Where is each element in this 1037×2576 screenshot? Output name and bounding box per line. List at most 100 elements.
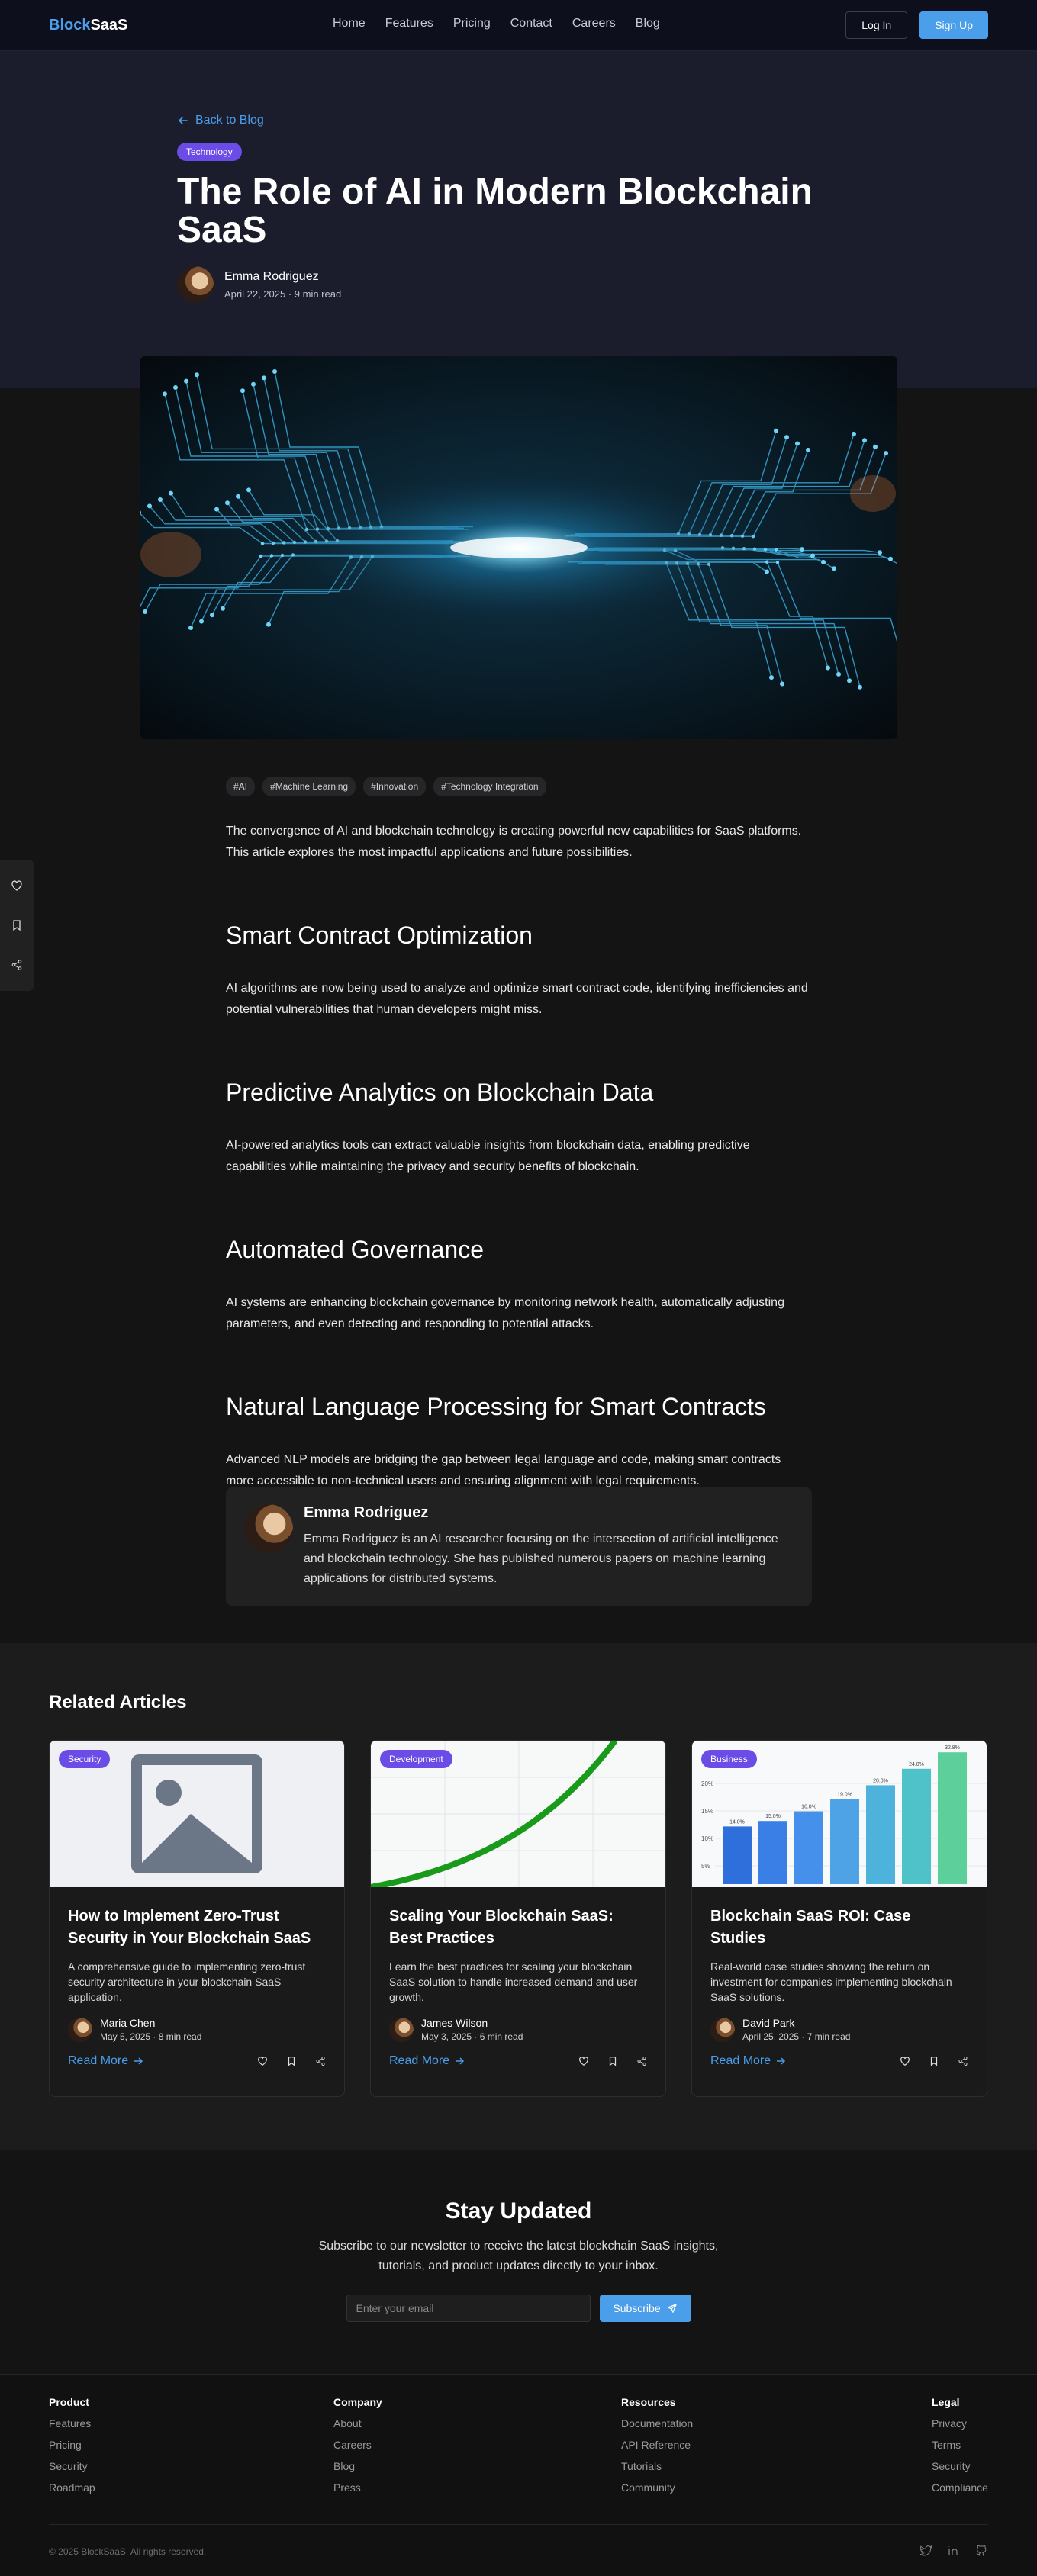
section-text: Advanced NLP models are bridging the gap… — [226, 1453, 781, 1487]
footer-link[interactable]: About — [333, 2417, 382, 2430]
card-author: Maria Chen May 5, 2025 · 8 min read — [68, 2017, 326, 2042]
logo[interactable]: BlockSaaS — [49, 17, 127, 34]
footer-column-company: Company About Careers Blog Press — [333, 2396, 382, 2494]
tag-chip[interactable]: #Machine Learning — [262, 777, 356, 796]
newsletter-section: Stay Updated Subscribe to our newsletter… — [0, 2150, 1037, 2374]
signup-button[interactable]: Sign Up — [919, 11, 988, 39]
card-description: Learn the best practices for scaling you… — [389, 1960, 638, 2003]
nav-link-features[interactable]: Features — [385, 17, 433, 31]
twitter-icon[interactable] — [919, 2544, 933, 2558]
card-image: Development — [371, 1741, 665, 1887]
section-title: Related Articles — [49, 1692, 187, 1713]
footer-link[interactable]: Pricing — [49, 2439, 95, 2451]
author-name: Emma Rodriguez — [224, 269, 319, 283]
footer-link[interactable]: Tutorials — [621, 2460, 693, 2472]
read-more-link[interactable]: Read More — [68, 2054, 143, 2068]
footer-link[interactable]: API Reference — [621, 2439, 693, 2451]
y-tick: 5% — [701, 1863, 710, 1870]
y-tick: 10% — [701, 1835, 713, 1842]
section-heading: Predictive Analytics on Blockchain Data — [226, 1079, 654, 1106]
section-text: AI algorithms are now being used to anal… — [226, 982, 808, 1016]
article-card[interactable]: Security How to Implement Zero-Trust Sec… — [49, 1740, 345, 2097]
related-articles-section: Related Articles Security How to Impleme… — [0, 1643, 1037, 2150]
footer-link[interactable]: Press — [333, 2481, 382, 2494]
newsletter-title: Stay Updated — [445, 2198, 592, 2224]
heart-icon[interactable] — [578, 2056, 589, 2066]
bar-label: 16.0% — [801, 1805, 816, 1810]
avatar — [389, 2017, 414, 2042]
share-icon[interactable] — [11, 959, 23, 971]
newsletter-form: Enter your email Subscribe — [0, 2295, 1037, 2322]
github-icon[interactable] — [974, 2544, 988, 2558]
share-icon[interactable] — [958, 2056, 968, 2066]
back-to-blog-link[interactable]: Back to Blog — [177, 114, 864, 127]
article-card[interactable]: 20% 15% 10% 5% 14.0% 15.0% 16.0% 19.0% 20.0%… — [691, 1740, 987, 2097]
post-meta: April 25, 2025 · 7 min read — [742, 2031, 851, 2042]
article-card[interactable]: Development Scaling Your Blockchain SaaS… — [370, 1740, 666, 2097]
divider — [49, 2524, 988, 2525]
read-more-link[interactable]: Read More — [389, 2054, 465, 2068]
category-badge: Security — [59, 1750, 111, 1768]
author-name: Emma Rodriguez — [304, 1504, 429, 1521]
card-title[interactable]: How to Implement Zero-Trust Security in … — [68, 1905, 326, 1950]
bookmark-icon[interactable] — [11, 919, 23, 931]
share-icon[interactable] — [636, 2056, 647, 2066]
bar-label: 14.0% — [729, 1819, 745, 1825]
roi-bar — [794, 1811, 823, 1884]
heart-icon[interactable] — [900, 2056, 910, 2066]
subscribe-button[interactable]: Subscribe — [599, 2295, 691, 2322]
post-meta: May 3, 2025 · 6 min read — [421, 2031, 523, 2042]
card-title[interactable]: Scaling Your Blockchain SaaS: Best Pract… — [389, 1905, 647, 1950]
nav-link-careers[interactable]: Careers — [572, 17, 616, 31]
footer-link[interactable]: Security — [49, 2460, 95, 2472]
roi-bar — [902, 1768, 931, 1884]
hero-section: Back to Blog Technology The Role of AI i… — [0, 51, 1037, 388]
bookmark-icon[interactable] — [607, 2056, 618, 2066]
author-name: James Wilson — [421, 2017, 488, 2029]
section-heading: Automated Governance — [226, 1236, 484, 1263]
footer-link[interactable]: Privacy — [932, 2417, 988, 2430]
footer-link[interactable]: Security — [932, 2460, 988, 2472]
featured-image — [140, 356, 897, 739]
section-heading: Smart Contract Optimization — [226, 921, 533, 949]
category-badge: Technology — [177, 143, 242, 161]
footer-link[interactable]: Roadmap — [49, 2481, 95, 2494]
footer-link[interactable]: Features — [49, 2417, 95, 2430]
card-description: Real-world case studies showing the retu… — [710, 1960, 952, 2003]
tag-chip[interactable]: #AI — [226, 777, 256, 796]
category-badge: Development — [380, 1750, 452, 1768]
footer-link[interactable]: Careers — [333, 2439, 382, 2451]
share-icon[interactable] — [315, 2056, 326, 2066]
bookmark-icon[interactable] — [286, 2056, 297, 2066]
nav-link-home[interactable]: Home — [333, 17, 366, 31]
roi-bar — [830, 1799, 859, 1884]
nav-link-blog[interactable]: Blog — [636, 17, 660, 31]
author-bio: Emma Rodriguez is an AI researcher focus… — [304, 1532, 778, 1585]
footer-link[interactable]: Documentation — [621, 2417, 693, 2430]
nav-link-contact[interactable]: Contact — [510, 17, 552, 31]
footer-link[interactable]: Terms — [932, 2439, 988, 2451]
footer-link[interactable]: Community — [621, 2481, 693, 2494]
footer-link[interactable]: Compliance — [932, 2481, 988, 2494]
nav-actions: Log In Sign Up — [845, 11, 988, 39]
tag-chip[interactable]: #Innovation — [363, 777, 427, 796]
bookmark-icon[interactable] — [929, 2056, 939, 2066]
read-more-link[interactable]: Read More — [710, 2054, 786, 2068]
bar-label: 19.0% — [837, 1792, 852, 1797]
footer-link[interactable]: Blog — [333, 2460, 382, 2472]
arrow-right-icon — [775, 2056, 786, 2066]
heart-icon[interactable] — [257, 2056, 268, 2066]
email-input[interactable]: Enter your email — [346, 2295, 591, 2322]
heart-icon[interactable] — [11, 880, 23, 892]
tag-chip[interactable]: #Technology Integration — [433, 777, 546, 796]
linkedin-icon[interactable] — [947, 2544, 961, 2558]
card-title[interactable]: Blockchain SaaS ROI: Case Studies — [710, 1905, 968, 1950]
roi-bar — [723, 1826, 752, 1884]
roi-bar — [866, 1785, 895, 1884]
footer-column-legal: Legal Privacy Terms Security Compliance — [932, 2396, 988, 2494]
nav-link-pricing[interactable]: Pricing — [453, 17, 491, 31]
author-row: Emma Rodriguez April 22, 2025 · 9 min re… — [177, 266, 864, 303]
bar-label: 32.8% — [945, 1745, 960, 1751]
arrow-right-icon — [133, 2056, 143, 2066]
login-button[interactable]: Log In — [845, 11, 908, 39]
